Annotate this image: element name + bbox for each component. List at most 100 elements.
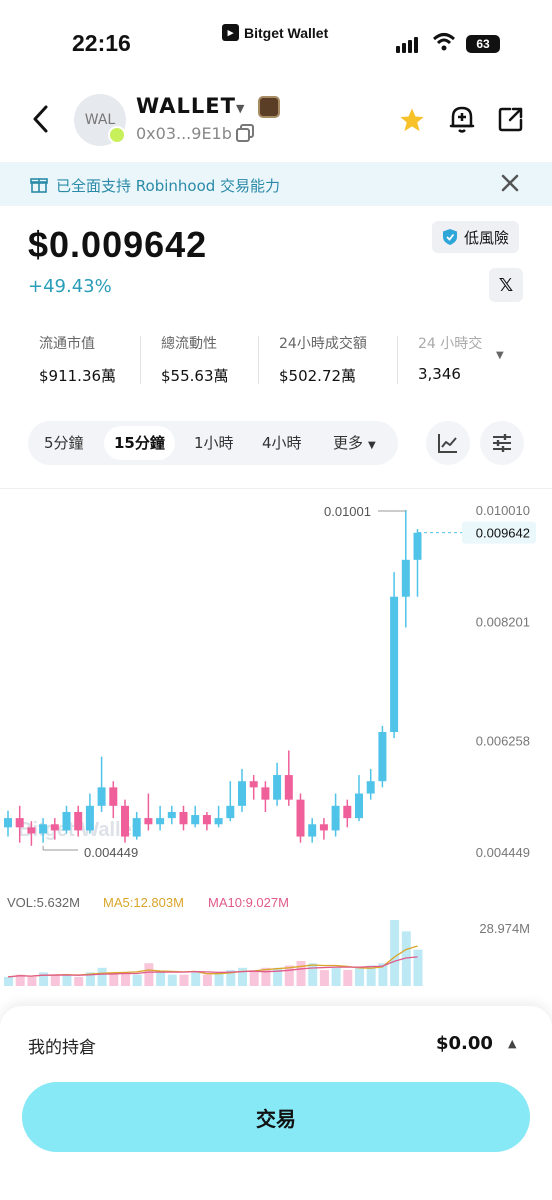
candle-body (366, 781, 375, 794)
wifi-icon (432, 33, 456, 51)
favorite-star-icon[interactable] (398, 106, 426, 134)
price-alert-bell-icon[interactable] (448, 104, 476, 134)
volume-bar (39, 972, 49, 986)
volume-bar (62, 974, 72, 986)
stats-expand-icon[interactable]: ▼ (496, 350, 504, 361)
chevron-down-icon: ▼ (368, 440, 376, 451)
candle-body (296, 799, 305, 837)
x-social-icon[interactable]: 𝕏 (489, 268, 523, 302)
candle-body (390, 596, 399, 733)
chain-badge-icon (108, 126, 126, 144)
tab-1h[interactable]: 1小時 (194, 421, 234, 465)
volume-bar (74, 976, 84, 986)
token-logo-icon (258, 96, 280, 118)
candle-body (308, 824, 317, 837)
tab-more[interactable]: 更多 ▼ (333, 421, 376, 465)
candle-body (401, 559, 410, 597)
candle-body (144, 818, 153, 825)
copy-icon[interactable] (236, 124, 254, 142)
candle-body (97, 787, 106, 806)
volume-bar (331, 967, 341, 986)
battery-icon: 63 (466, 35, 500, 53)
stat-value: 3,346 (418, 365, 461, 383)
volume-bar (214, 972, 224, 986)
share-icon[interactable] (498, 106, 524, 132)
current-price: $0.009642 (28, 224, 208, 265)
high-price-label: 0.01001 (324, 504, 371, 519)
holdings-label: 我的持倉 (28, 1038, 96, 1058)
stat-label: 總流動性 (161, 336, 217, 352)
candle-body (85, 805, 94, 831)
risk-label: 低風險 (464, 228, 510, 247)
candle-body (109, 787, 118, 806)
token-name[interactable]: WALLET (136, 94, 236, 118)
stat-market-cap: 流通市值 $911.36萬 (39, 333, 116, 386)
volume-bar (4, 976, 13, 986)
price-change: +49.43% (28, 276, 112, 297)
tab-5m[interactable]: 5分鐘 (44, 421, 84, 465)
volume-axis-max: 28.974M (479, 921, 530, 936)
stat-liquidity: 總流動性 $55.63萬 (161, 333, 229, 386)
low-price-label: 0.004449 (84, 845, 138, 860)
tab-4h[interactable]: 4小時 (262, 421, 302, 465)
volume-bar (50, 974, 60, 986)
candle-body (167, 811, 176, 819)
volume-bar (27, 976, 37, 986)
stat-divider (397, 336, 398, 384)
candle-body (413, 532, 422, 560)
stat-divider (140, 336, 141, 384)
holdings-value: $0.00 (436, 1033, 493, 1054)
stat-24h-volume: 24小時成交額 $502.72萬 (279, 333, 367, 386)
status-bar: 22:16 ▸ Bitget Wallet 63 (0, 0, 552, 80)
risk-badge[interactable]: 低風險 (432, 221, 520, 253)
stat-label: 24 小時交 (418, 336, 483, 352)
chevron-up-icon[interactable]: ▲ (508, 1037, 516, 1050)
candle-body (249, 781, 258, 788)
trade-button[interactable]: 交易 (22, 1082, 530, 1152)
shield-icon (443, 229, 457, 245)
brand-label: ▸ Bitget Wallet (222, 24, 328, 41)
ma5-label: MA5:12.803M (103, 895, 184, 910)
candle-body (378, 732, 387, 782)
candle-body (39, 824, 48, 834)
candle-body (284, 775, 293, 800)
robinhood-banner[interactable]: 已全面支持 Robinhood 交易能力 (0, 162, 552, 206)
stat-value: $911.36萬 (39, 367, 117, 385)
candlestick-chart[interactable]: Bitget Wallet 0.0100100.0082010.0062580.… (0, 490, 552, 990)
brand-text: Bitget Wallet (244, 24, 329, 41)
close-icon[interactable] (500, 173, 520, 193)
chart-type-button[interactable] (426, 421, 470, 465)
candle-body (319, 824, 328, 831)
candle-body (343, 805, 352, 819)
stat-label: 24小時成交額 (279, 336, 367, 352)
candle-body (238, 781, 246, 806)
stat-label: 流通市值 (39, 336, 95, 352)
y-tick-label: 0.006258 (476, 734, 530, 749)
volume-bar (413, 949, 423, 986)
gift-icon (30, 178, 48, 193)
candle-body (226, 805, 235, 819)
volume-bar (121, 972, 130, 986)
y-tick-label: 0.004449 (476, 845, 530, 860)
volume-bar (191, 972, 201, 986)
volume-label: VOL:5.632M (7, 895, 80, 910)
token-dropdown-icon[interactable]: ▼ (236, 102, 244, 115)
y-tick-label: 0.010010 (476, 503, 530, 518)
volume-bar (144, 963, 154, 986)
y-tick-label: 0.008201 (476, 614, 530, 629)
volume-bar (319, 970, 329, 986)
back-arrow-icon[interactable] (30, 104, 52, 134)
candle-body (331, 805, 340, 831)
current-price-label: 0.009642 (476, 526, 530, 541)
candle-body (156, 818, 165, 825)
stat-value: $502.72萬 (279, 367, 357, 385)
bitget-logo-icon: ▸ (222, 24, 239, 41)
section-divider (0, 488, 552, 489)
stat-divider (258, 336, 259, 384)
candle-body (214, 818, 223, 825)
volume-bar (343, 970, 353, 986)
indicator-settings-button[interactable] (480, 421, 524, 465)
tab-15m[interactable]: 15分鐘 (104, 426, 175, 460)
candle-body (121, 805, 129, 837)
contract-address: 0x03...9E1b (136, 124, 232, 143)
